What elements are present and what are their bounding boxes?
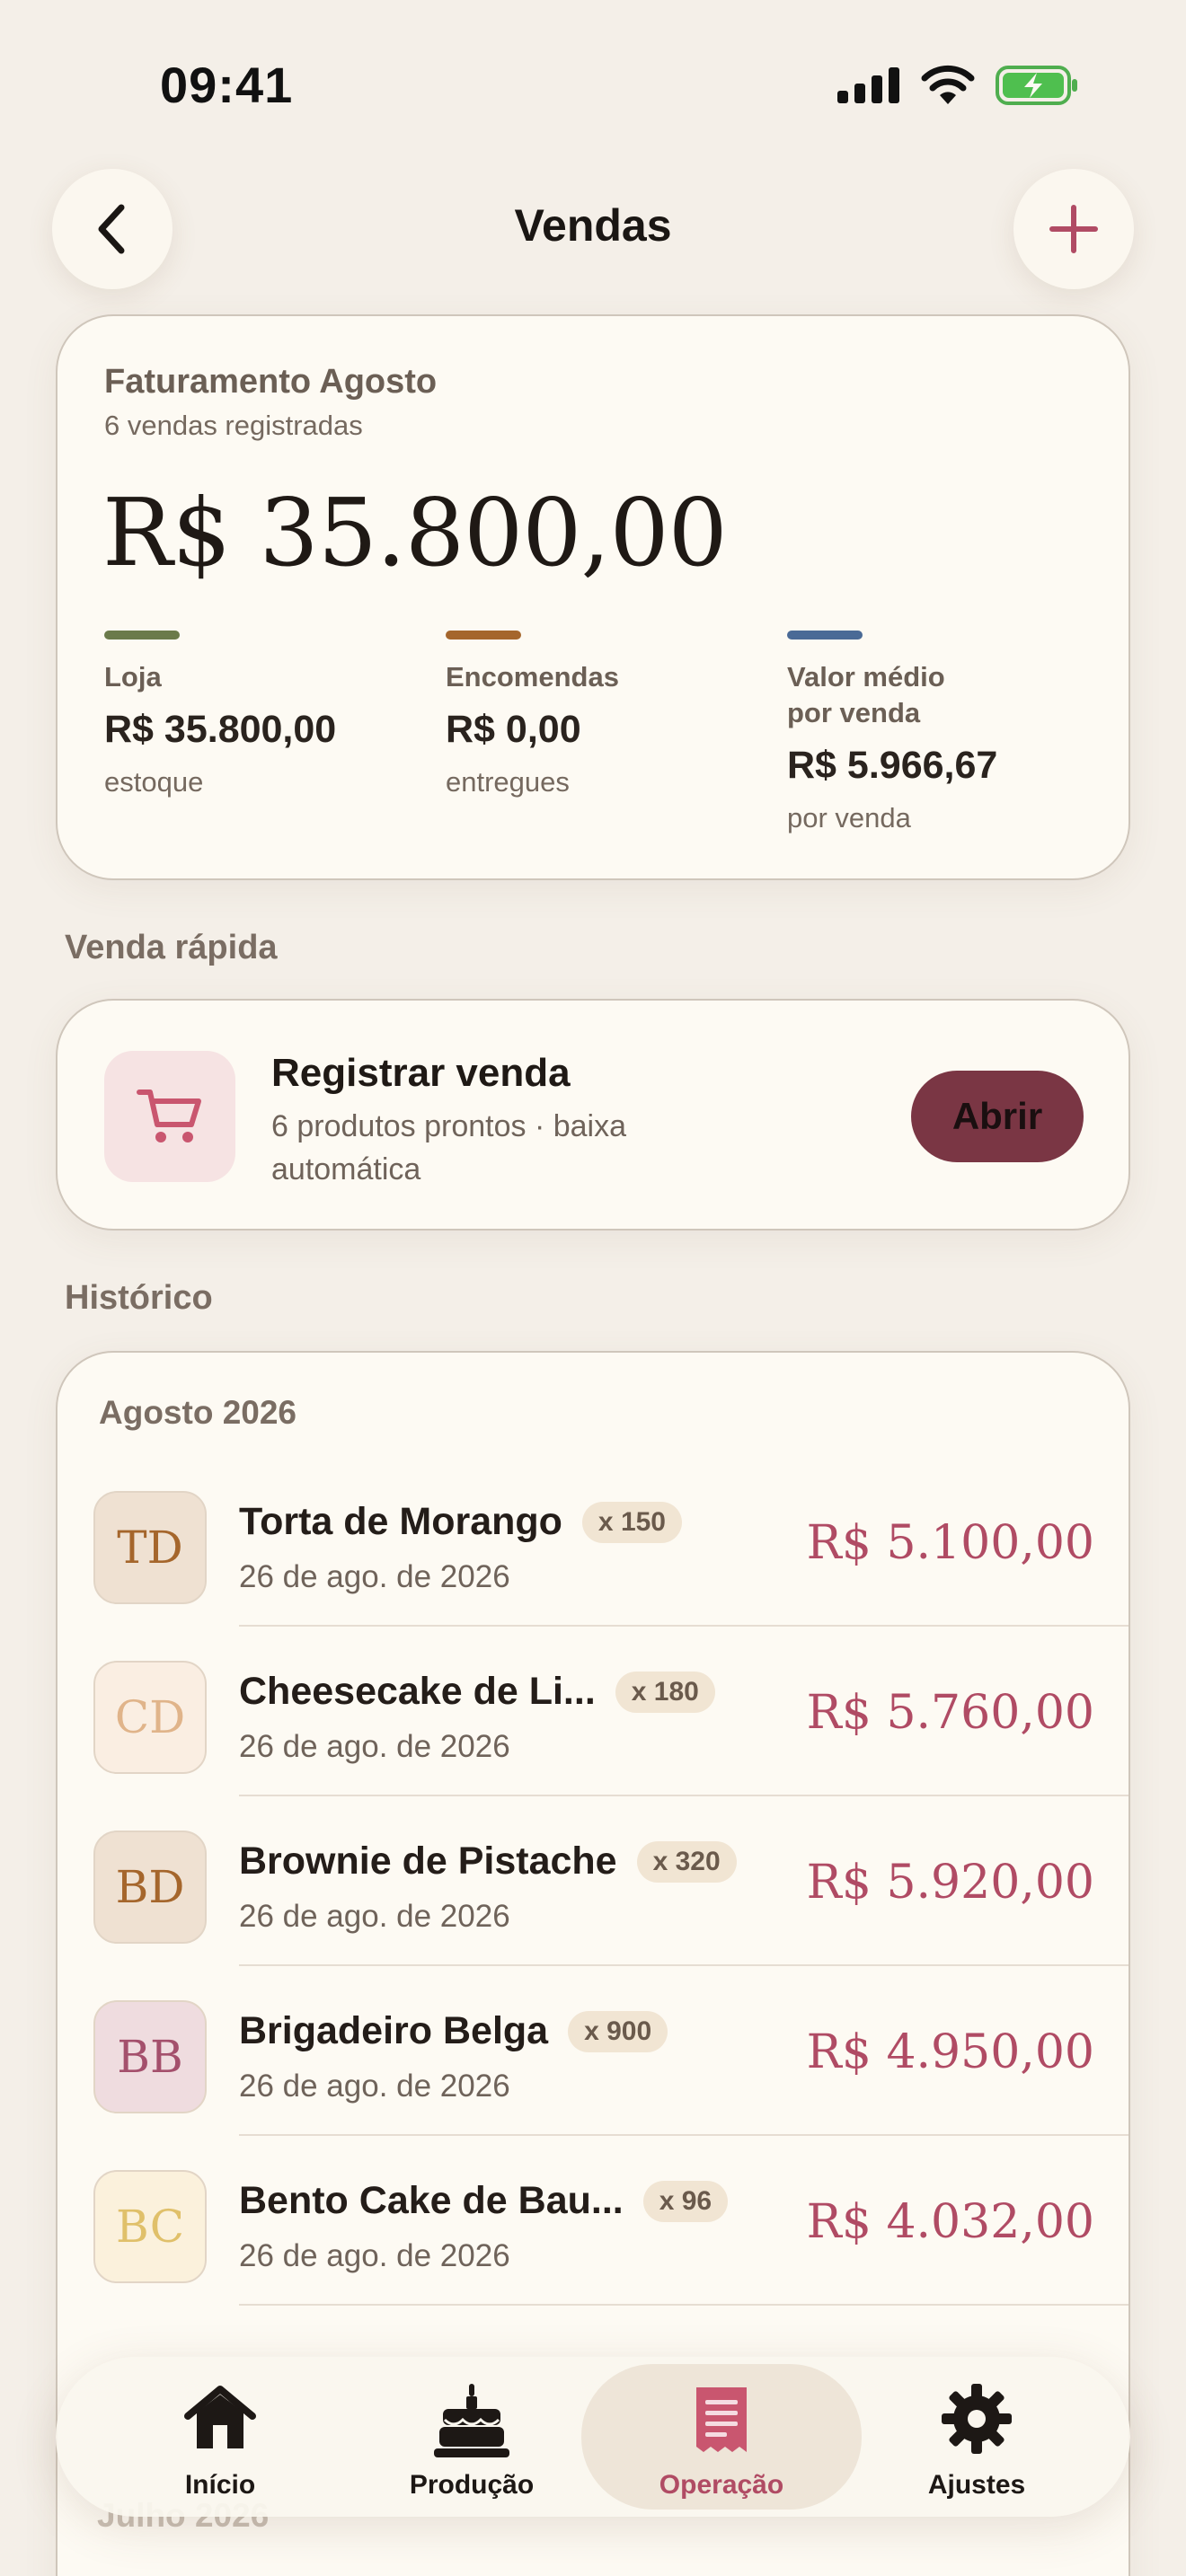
quick-sale-card[interactable]: Registrar venda 6 produtos prontos · bai… — [56, 999, 1130, 1231]
sale-date: 26 de ago. de 2026 — [239, 1559, 510, 1594]
product-avatar: TD — [93, 1491, 207, 1604]
status-time: 09:41 — [160, 57, 294, 113]
status-icons — [837, 65, 1080, 106]
open-button[interactable]: Abrir — [911, 1071, 1084, 1162]
plus-icon — [1049, 205, 1098, 253]
product-name: Torta de Morango — [239, 1500, 562, 1543]
product-name-line: Bento Cake de Bau... x 96 — [239, 2179, 729, 2223]
tab-bar: Início Produção Operação Ajustes — [56, 2357, 1130, 2517]
sale-row[interactable]: BB Brigadeiro Belga x 900 26 de ago. de … — [58, 1966, 1128, 2136]
metric-average: Valor médio por venda R$ 5.966,67 por ve… — [787, 631, 1111, 834]
metric-value: R$ 5.966,67 — [787, 744, 998, 787]
sale-row[interactable]: CD Cheesecake de Li... x 180 26 de ago. … — [58, 1627, 1128, 1796]
tab-producao[interactable]: Produção — [341, 2357, 602, 2517]
metric-value: R$ 0,00 — [446, 708, 581, 751]
sale-amount: R$ 4.032,00 — [806, 2195, 1094, 2249]
row-divider — [239, 2304, 1128, 2306]
metric-label: Encomendas — [446, 661, 619, 693]
metric-value: R$ 35.800,00 — [104, 708, 337, 751]
product-name: Cheesecake de Li... — [239, 1670, 596, 1713]
quick-sale-title: Registrar venda — [271, 1051, 571, 1095]
tab-label: Operação — [659, 2470, 784, 2500]
quantity-badge: x 150 — [581, 1501, 682, 1543]
house-icon — [184, 2386, 256, 2448]
sale-amount: R$ 5.920,00 — [806, 1856, 1094, 1910]
metric-store: Loja R$ 35.800,00 estoque — [104, 631, 428, 798]
receipt-icon — [696, 2387, 747, 2452]
quantity-badge: x 320 — [636, 1840, 737, 1883]
sale-date: 26 de ago. de 2026 — [239, 1729, 510, 1764]
history-section-label: Histórico — [65, 1279, 213, 1317]
product-name: Bento Cake de Bau... — [239, 2179, 624, 2222]
metric-note: por venda — [787, 802, 911, 834]
add-sale-button[interactable] — [1013, 169, 1134, 289]
product-avatar: CD — [93, 1661, 207, 1774]
sale-date: 26 de ago. de 2026 — [239, 2069, 510, 2104]
product-avatar: BC — [93, 2170, 207, 2283]
product-name-line: Brigadeiro Belga x 900 — [239, 2009, 668, 2053]
tab-operacao[interactable]: Operação — [581, 2364, 862, 2510]
tab-inicio[interactable]: Início — [90, 2357, 350, 2517]
sale-amount: R$ 4.950,00 — [806, 2025, 1094, 2079]
quick-sale-subtitle: 6 produtos prontos · baixa automática — [271, 1109, 627, 1187]
product-name: Brigadeiro Belga — [239, 2009, 549, 2052]
quantity-badge: x 900 — [568, 2010, 668, 2052]
metric-color-bar — [446, 631, 521, 640]
sale-row[interactable]: BC Bento Cake de Bau... x 96 26 de ago. … — [58, 2136, 1128, 2306]
product-avatar: BB — [93, 2000, 207, 2113]
revenue-card: Faturamento Agosto 6 vendas registradas … — [56, 314, 1130, 880]
month-label: Agosto 2026 — [99, 1394, 297, 1431]
quantity-badge: x 180 — [615, 1671, 715, 1713]
tab-label: Ajustes — [927, 2470, 1026, 2500]
metric-orders: Encomendas R$ 0,00 entregues — [446, 631, 769, 798]
cake-icon — [434, 2384, 509, 2457]
shopping-cart-icon — [137, 1090, 201, 1142]
metric-note: entregues — [446, 766, 570, 798]
product-avatar: BD — [93, 1831, 207, 1944]
status-bar: 09:41 — [0, 0, 1186, 171]
sale-date: 26 de ago. de 2026 — [239, 2238, 510, 2273]
gear-icon — [942, 2384, 1012, 2454]
metric-note: estoque — [104, 766, 204, 798]
wifi-icon — [921, 65, 975, 104]
product-name: Brownie de Pistache — [239, 1839, 617, 1883]
quick-sale-section-label: Venda rápida — [65, 929, 278, 966]
product-name-line: Brownie de Pistache x 320 — [239, 1839, 737, 1883]
metric-color-bar — [787, 631, 863, 640]
sale-amount: R$ 5.100,00 — [806, 1516, 1094, 1570]
revenue-subtitle: 6 vendas registradas — [104, 410, 363, 441]
tab-label: Início — [184, 2470, 256, 2500]
sale-row[interactable]: BD Brownie de Pistache x 320 26 de ago. … — [58, 1796, 1128, 1966]
revenue-total: R$ 35.800,00 — [102, 478, 728, 587]
metric-label: Valor médio por venda — [787, 661, 945, 728]
tab-label: Produção — [409, 2470, 535, 2500]
quantity-badge: x 96 — [642, 2180, 729, 2222]
product-name-line: Cheesecake de Li... x 180 — [239, 1670, 715, 1714]
battery-charging-icon — [996, 66, 1077, 105]
tab-ajustes[interactable]: Ajustes — [846, 2357, 1107, 2517]
revenue-title: Faturamento Agosto — [104, 363, 438, 401]
cellular-signal-icon — [837, 67, 899, 103]
sale-amount: R$ 5.760,00 — [806, 1686, 1094, 1740]
sale-date: 26 de ago. de 2026 — [239, 1899, 510, 1934]
page-title: Vendas — [514, 200, 672, 251]
product-name-line: Torta de Morango x 150 — [239, 1500, 682, 1544]
metric-color-bar — [104, 631, 180, 640]
cart-tile — [104, 1051, 235, 1182]
metric-label: Loja — [104, 661, 162, 693]
sale-row[interactable]: TD Torta de Morango x 150 26 de ago. de … — [58, 1457, 1128, 1627]
